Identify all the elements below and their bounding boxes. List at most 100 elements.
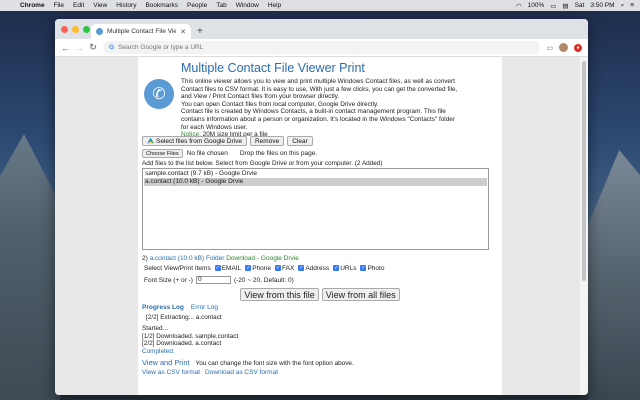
desc-line: This online viewer allows you to view an…: [181, 78, 455, 85]
browser-window: Multiple Contact File Viewer Pr ✕ + ← → …: [55, 19, 588, 395]
cast-icon[interactable]: ▭: [546, 44, 553, 52]
forward-arrow-icon[interactable]: →: [75, 43, 84, 53]
view-buttons: View from this file View from all files: [142, 288, 498, 301]
minimize-window-icon[interactable]: [72, 26, 79, 33]
scrollbar-thumb[interactable]: [582, 61, 586, 281]
option-address[interactable]: ✓ Address: [298, 265, 329, 272]
clear-button[interactable]: Clear: [287, 136, 313, 146]
menu-tab[interactable]: Tab: [216, 2, 226, 9]
tab-error-log[interactable]: Error Log: [191, 304, 218, 311]
tab-title: Multiple Contact File Viewer Pr: [107, 28, 177, 35]
tab-progress-log[interactable]: Progress Log: [142, 304, 184, 311]
wifi-icon[interactable]: ◠: [516, 2, 522, 10]
font-size-hint: (-20 ~ 20, Default: 0): [233, 276, 294, 284]
search-icon[interactable]: ⌕: [621, 2, 625, 10]
view-print-note: You can change the font size with the fo…: [195, 359, 354, 367]
menubar-day: Sat: [574, 2, 585, 9]
menubar-time[interactable]: 3:50 PM: [590, 2, 614, 9]
font-size-input[interactable]: 0: [195, 276, 231, 284]
checkbox-checked-icon[interactable]: ✓: [275, 265, 282, 272]
file-list-item-selected[interactable]: a.contact (10.0 kB) - Google Drvie: [144, 178, 487, 186]
battery-icon[interactable]: ▭: [550, 2, 556, 10]
menu-edit[interactable]: Edit: [73, 2, 84, 9]
checkbox-checked-icon[interactable]: ✓: [360, 265, 367, 272]
menu-list-icon[interactable]: ≡: [630, 2, 634, 9]
page-header: Multiple Contact File Viewer Print This …: [181, 61, 499, 139]
desc-line: Contact files to CSV format. It is easy …: [181, 85, 458, 93]
close-tab-icon[interactable]: ✕: [180, 28, 186, 36]
option-fax-label: FAX: [282, 265, 295, 272]
file-list[interactable]: sample.contact (9.7 kB) - Google Drvie a…: [142, 168, 489, 250]
option-email-label: EMAIL: [221, 265, 242, 272]
tab-contact-viewer[interactable]: Multiple Contact File Viewer Pr ✕: [91, 24, 191, 39]
omnibox[interactable]: G Search Google or type a URL: [103, 41, 541, 54]
log-tabs: Progress Log Error Log: [142, 304, 498, 311]
option-urls-label: URLs: [340, 265, 357, 272]
menu-help[interactable]: Help: [268, 2, 281, 9]
option-photo[interactable]: ✓ Photo: [360, 265, 384, 272]
progress-log: [2/2] Extracting... a.contact Started...…: [142, 314, 498, 356]
file-list-item[interactable]: sample.contact (9.7 kB) - Google Drvie: [144, 170, 487, 178]
window-controls: [61, 26, 90, 33]
download-drive-link[interactable]: Download - Google Drvie: [226, 255, 299, 262]
checkbox-checked-icon[interactable]: ✓: [245, 265, 252, 272]
view-csv-link[interactable]: View as CSV format: [142, 369, 200, 376]
close-window-icon[interactable]: [61, 26, 68, 33]
menu-file[interactable]: File: [54, 2, 64, 9]
desc-line: Contact file is created by Windows Conta…: [181, 108, 446, 116]
checkbox-checked-icon[interactable]: ✓: [298, 265, 305, 272]
option-urls[interactable]: ✓ URLs: [333, 265, 356, 272]
add-files-hint: Add files to the list below. Select from…: [142, 160, 383, 167]
menu-view[interactable]: View: [93, 2, 107, 9]
google-drive-button[interactable]: Select files from Google Drive: [142, 136, 247, 146]
option-email[interactable]: ✓ EMAIL: [214, 265, 242, 272]
desktop-mountain-right: [588, 150, 640, 400]
extension-icon[interactable]: ●: [574, 43, 582, 52]
tab-strip: Multiple Contact File Viewer Pr ✕ +: [55, 19, 588, 39]
csv-links: View as CSV format Download as CSV forma…: [142, 369, 498, 376]
main-controls: Select files from Google Drive Remove Cl…: [142, 136, 498, 376]
download-csv-link[interactable]: Download as CSV format: [205, 369, 278, 376]
file-chooser-row: Choose Files No file chosen Drop the fil…: [142, 149, 498, 158]
back-arrow-icon[interactable]: ←: [61, 43, 70, 53]
option-phone[interactable]: ✓ Phone: [245, 265, 271, 272]
new-tab-button[interactable]: +: [197, 24, 203, 39]
selected-file-info: 2) a.contact (10.0 kB) Folder Download -…: [142, 255, 498, 262]
log-extracting: [2/2] Extracting... a.contact: [146, 314, 222, 321]
view-this-file-button[interactable]: View from this file: [240, 288, 319, 301]
google-drive-button-label: Select files from Google Drive: [156, 137, 242, 145]
selected-file-link[interactable]: a.contact (10.0 kB): [150, 255, 205, 262]
mac-menubar: Chrome File Edit View History Bookmarks …: [0, 0, 640, 11]
menu-history[interactable]: History: [116, 2, 136, 9]
flag-icon[interactable]: ▤: [562, 2, 568, 10]
option-photo-label: Photo: [367, 265, 385, 272]
folder-link[interactable]: Folder: [206, 255, 224, 262]
no-file-chosen: No file chosen: [186, 150, 228, 157]
log-line: [2/2] Downloaded. a.contact: [142, 340, 222, 348]
checkbox-checked-icon[interactable]: ✓: [333, 265, 340, 272]
google-drive-icon: [147, 137, 154, 144]
selected-index: 2): [142, 255, 148, 262]
menu-app-chrome[interactable]: Chrome: [20, 2, 45, 9]
option-fax[interactable]: ✓ FAX: [275, 265, 294, 272]
google-g-icon: G: [109, 44, 115, 51]
choose-files-button[interactable]: Choose Files: [142, 149, 183, 158]
reload-icon[interactable]: ↻: [89, 42, 97, 53]
menu-window[interactable]: Window: [236, 2, 259, 9]
font-size-row: Font Size (+ or -) 0 (-20 ~ 20, Default:…: [142, 276, 498, 284]
log-line: [1/2] Downloaded. sample.contact: [142, 332, 239, 340]
menu-bookmarks[interactable]: Bookmarks: [145, 2, 178, 9]
remove-button[interactable]: Remove: [249, 136, 285, 146]
view-and-print-link[interactable]: View and Print: [142, 358, 190, 367]
maximize-window-icon[interactable]: [83, 26, 90, 33]
page-scrollbar[interactable]: [580, 57, 588, 395]
option-address-label: Address: [305, 265, 330, 272]
view-print-row: View and Print You can change the font s…: [142, 358, 498, 367]
font-size-label: Font Size (+ or -): [144, 276, 193, 284]
checkbox-checked-icon[interactable]: ✓: [214, 265, 221, 272]
battery-percent: 100%: [527, 2, 545, 9]
desc-line: for each Windows user.: [181, 123, 248, 131]
menu-people[interactable]: People: [187, 2, 207, 9]
view-all-files-button[interactable]: View from all files: [321, 288, 400, 301]
profile-avatar[interactable]: [559, 43, 568, 52]
